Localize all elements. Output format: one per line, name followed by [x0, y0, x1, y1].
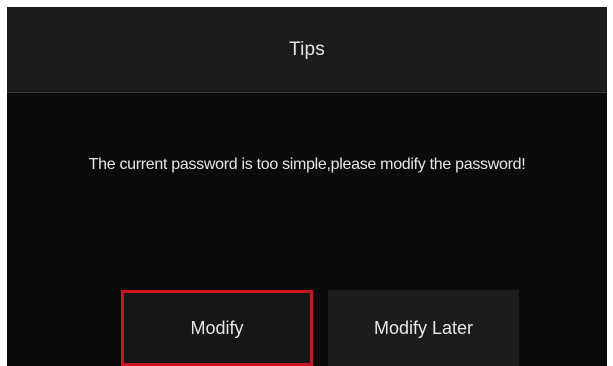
tips-dialog: Tips The current password is too simple,… [7, 7, 607, 366]
dialog-message: The current password is too simple,pleas… [88, 156, 526, 173]
dialog-header: Tips [7, 7, 607, 93]
modify-button[interactable]: Modify [121, 290, 313, 366]
modify-button-label: Modify [190, 317, 244, 338]
modify-later-button-label: Modify Later [373, 317, 474, 338]
dialog-title: Tips [289, 38, 325, 60]
page: Tips The current password is too simple,… [0, 0, 613, 366]
modify-later-button[interactable]: Modify Later [328, 290, 519, 366]
